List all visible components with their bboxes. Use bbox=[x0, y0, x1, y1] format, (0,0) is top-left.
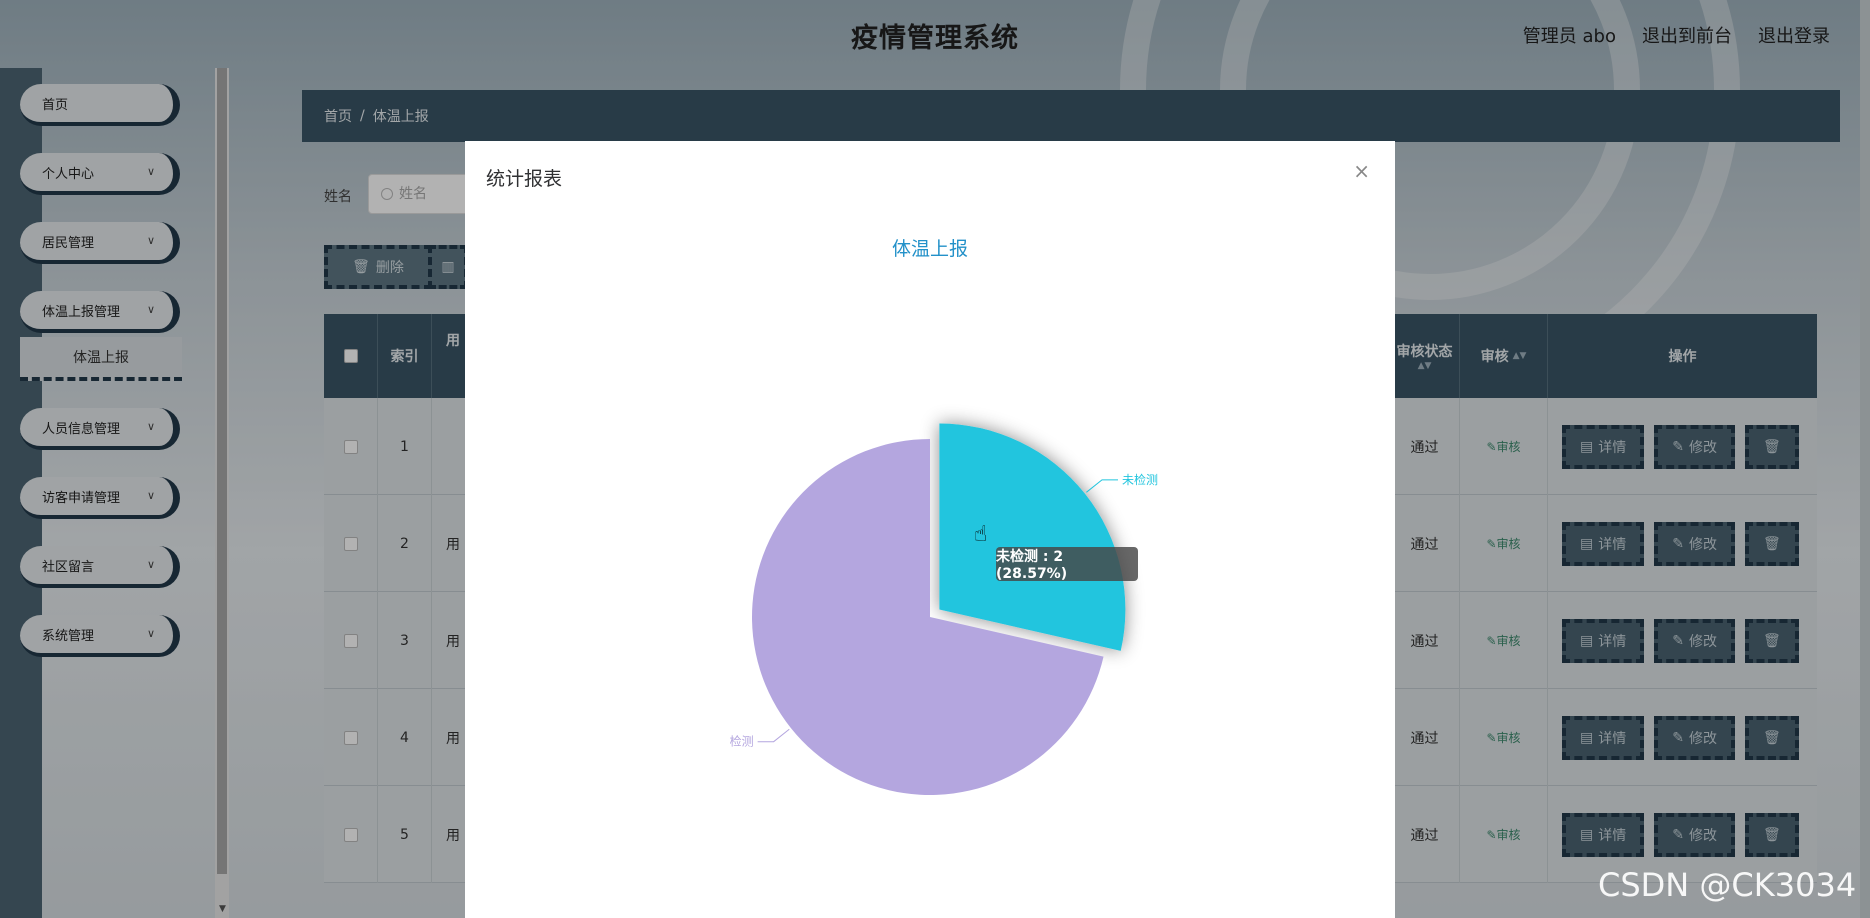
hand-cursor-icon: ☝ bbox=[974, 522, 988, 547]
close-icon[interactable]: × bbox=[1353, 159, 1370, 183]
modal-title: 统计报表 bbox=[486, 168, 563, 190]
pie-label-line bbox=[757, 728, 790, 743]
pie-label: 检测 bbox=[730, 734, 754, 749]
chart-title: 体温上报 bbox=[891, 238, 968, 260]
pie-label-line bbox=[1086, 479, 1119, 493]
watermark: CSDN @CK3034 bbox=[1598, 866, 1857, 904]
chart-tooltip: 未检测 : 2 (28.57%) bbox=[996, 547, 1138, 582]
pie-label: 未检测 bbox=[1122, 472, 1158, 487]
pie-slice-untested[interactable] bbox=[939, 423, 1126, 651]
statistics-modal: 统计报表 × 体温上报 未检测检测 未检测 : 2 (28.57%) ☝ bbox=[465, 141, 1395, 918]
pie-chart: 未检测检测 bbox=[730, 423, 1158, 795]
